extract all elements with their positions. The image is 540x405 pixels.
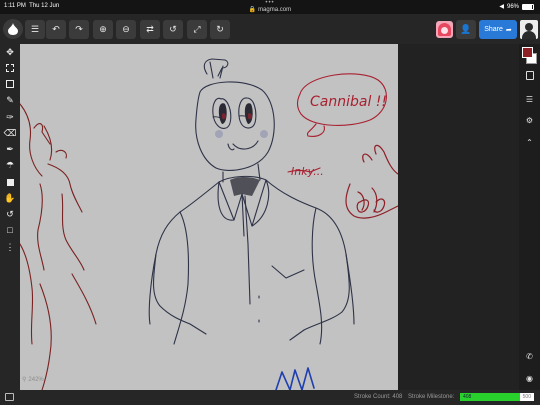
- cannibal-annotation: Cannibal !!: [310, 94, 387, 110]
- zoom-indicator[interactable]: ⚲ 242%: [22, 376, 44, 384]
- move-tool-icon[interactable]: ✥: [2, 45, 18, 59]
- hand-tool-icon[interactable]: ✋: [2, 191, 18, 205]
- rotate-right-icon[interactable]: ↻: [210, 20, 230, 39]
- share-arrow-icon: ➦: [505, 26, 512, 34]
- magma-logo-icon[interactable]: [3, 19, 23, 39]
- rotate-tool-icon[interactable]: ↺: [2, 207, 18, 221]
- redo-arrow-icon[interactable]: ↷: [69, 20, 89, 39]
- shape-tool-icon[interactable]: [2, 175, 18, 189]
- status-right: ◀ 96%: [499, 3, 534, 10]
- fit-screen-icon[interactable]: ⤢: [187, 20, 207, 39]
- stroke-milestone-progress: 408 500: [460, 393, 534, 401]
- share-label: Share: [484, 26, 503, 33]
- stroke-milestone-label: Stroke Milestone:: [408, 394, 455, 400]
- add-user-icon[interactable]: 👤: [456, 20, 476, 39]
- fill-tool-icon[interactable]: ☂: [2, 158, 18, 172]
- left-tool-panel: ✥ ✎ ✑ ⌫ ✒ ☂ ✋ ↺ □ ⋮: [0, 44, 20, 390]
- battery-percent: 96%: [506, 3, 519, 10]
- chat-icon[interactable]: ◉: [522, 371, 537, 385]
- hamburger-menu-icon[interactable]: ☰: [25, 20, 45, 39]
- lock-icon: 🔒: [248, 7, 257, 13]
- more-tools-icon[interactable]: ⋮: [2, 240, 18, 254]
- swatches-icon[interactable]: [522, 68, 537, 82]
- wifi-icon: ◀: [499, 4, 504, 10]
- undo-arrow-icon[interactable]: ↶: [46, 20, 66, 39]
- url-label: 🔒 magma.com: [0, 6, 540, 13]
- transform-tool-icon[interactable]: [2, 77, 18, 91]
- phone-icon[interactable]: ✆: [522, 349, 537, 363]
- progress-max: 500: [522, 394, 531, 400]
- pencil-tool-icon[interactable]: ✒: [2, 142, 18, 156]
- rotate-left-icon[interactable]: ↺: [163, 20, 183, 39]
- battery-icon: [522, 3, 534, 10]
- eraser-tool-icon[interactable]: ⌫: [2, 126, 18, 140]
- layers-icon[interactable]: ☰: [522, 92, 537, 106]
- select-tool-icon[interactable]: [2, 61, 18, 75]
- brush-tool-icon[interactable]: ✑: [2, 110, 18, 124]
- top-toolbar: ☰ ↶ ↷ ⊕ ⊖ ⇄ ↺ ⤢ ↻ 👤 Share ➦: [0, 14, 540, 44]
- magnify-icon: ⚲: [22, 377, 27, 383]
- inky-annotation: Inky...: [291, 165, 324, 178]
- comment-tool-icon[interactable]: □: [2, 223, 18, 237]
- collapse-chevron-icon[interactable]: ⌃: [522, 135, 537, 149]
- zoom-out-icon[interactable]: ⊖: [116, 20, 136, 39]
- zoom-level: 242%: [28, 376, 44, 383]
- share-button[interactable]: Share ➦: [479, 20, 517, 39]
- settings-icon[interactable]: ⚙: [522, 113, 537, 127]
- user-avatar[interactable]: [520, 20, 538, 39]
- flip-icon[interactable]: ⇄: [140, 20, 160, 39]
- progress-value: 408: [463, 394, 472, 400]
- url-text: magma.com: [258, 7, 292, 13]
- drawing-canvas[interactable]: Cannibal !! Inky...: [20, 44, 399, 390]
- timelapse-film-icon[interactable]: [5, 393, 14, 401]
- canvas-area[interactable]: Cannibal !! Inky...: [20, 44, 519, 390]
- collaborator-avatar[interactable]: [436, 21, 453, 38]
- primary-color[interactable]: [522, 47, 533, 58]
- ios-status-bar: ••• 1:11 PM Thu 12 Jun 🔒 magma.com ◀ 96%: [0, 0, 540, 14]
- eyedropper-tool-icon[interactable]: ✎: [2, 93, 18, 107]
- stroke-count: Stroke Count: 408: [354, 394, 403, 400]
- zoom-in-icon[interactable]: ⊕: [93, 20, 113, 39]
- color-swatch[interactable]: [522, 47, 537, 64]
- right-panel: ☰ ⚙ ⌃ ✆ ◉: [519, 44, 540, 390]
- bottom-status-bar: Stroke Count: 408 Stroke Milestone: 408 …: [0, 390, 540, 405]
- sketch-artwork: Cannibal !! Inky...: [20, 58, 399, 390]
